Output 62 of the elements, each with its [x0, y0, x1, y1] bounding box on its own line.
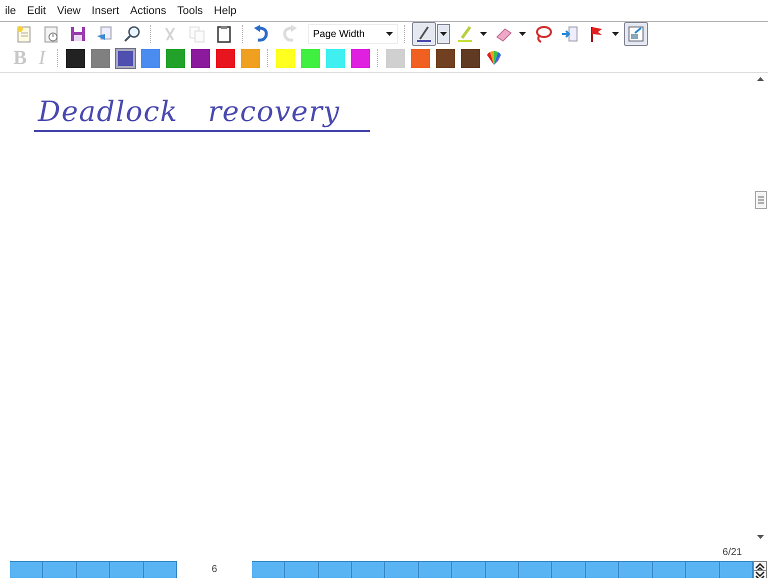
color-swatch[interactable]	[386, 48, 405, 68]
scroll-down-arrow[interactable]	[757, 535, 764, 539]
color-swatch[interactable]	[241, 48, 260, 68]
menu-item[interactable]: View	[52, 4, 87, 16]
color-swatch[interactable]	[116, 48, 135, 68]
page-tab[interactable]	[318, 561, 352, 578]
insert-space-icon	[560, 24, 580, 44]
pen-button[interactable]	[412, 22, 436, 46]
color-swatch[interactable]	[301, 48, 320, 68]
highlighter-icon	[455, 24, 475, 44]
page-count: 6/21	[722, 546, 742, 558]
color-swatch[interactable]	[351, 48, 370, 68]
menu-item[interactable]: ile	[0, 4, 22, 16]
view-icon	[626, 24, 646, 44]
menu-item[interactable]: Edit	[22, 4, 52, 16]
color-swatch[interactable]	[216, 48, 235, 68]
page-tab[interactable]	[652, 561, 686, 578]
color-swatch[interactable]	[461, 48, 480, 68]
menu-item[interactable]: Help	[208, 4, 243, 16]
menu-item[interactable]: Tools	[172, 4, 209, 16]
menu-item[interactable]: Insert	[86, 4, 126, 16]
color-swatch[interactable]	[326, 48, 345, 68]
color-swatch[interactable]	[141, 48, 160, 68]
page-tab[interactable]	[619, 561, 653, 578]
page-tab[interactable]	[76, 561, 110, 578]
page-tab[interactable]	[586, 561, 620, 578]
page-tab[interactable]	[10, 561, 44, 578]
color-swatch[interactable]	[411, 48, 430, 68]
page-tab[interactable]	[252, 561, 286, 578]
handwritten-heading: Deadlock recovery	[34, 95, 370, 132]
page-tab[interactable]	[686, 561, 720, 578]
color-swatch[interactable]	[66, 48, 85, 68]
page-tab[interactable]	[385, 561, 419, 578]
page-tab[interactable]	[519, 561, 552, 578]
color-swatch[interactable]	[166, 48, 185, 68]
next-page-button[interactable]	[753, 570, 767, 578]
page-tab[interactable]	[418, 561, 452, 578]
page-tab[interactable]	[486, 561, 520, 578]
page-tab[interactable]	[552, 561, 586, 578]
color-swatch[interactable]	[191, 48, 210, 68]
copy-icon	[187, 24, 207, 44]
menu-item[interactable]: Actions	[125, 4, 172, 16]
previous-page-button[interactable]	[753, 561, 767, 570]
page-tab[interactable]	[43, 561, 77, 578]
color-swatch[interactable]	[436, 48, 455, 68]
lasso-icon	[533, 24, 553, 44]
page-tab[interactable]	[452, 561, 486, 578]
page-tab[interactable]	[352, 561, 386, 578]
save-icon	[68, 24, 88, 44]
view-button[interactable]	[624, 22, 648, 46]
scroll-up-arrow[interactable]	[757, 77, 764, 81]
color-swatch[interactable]	[91, 48, 110, 68]
page-tab[interactable]	[110, 561, 144, 578]
caret-icon	[386, 32, 393, 36]
color-swatch[interactable]	[276, 48, 295, 68]
pen-icon	[414, 24, 434, 44]
color-wheel-icon[interactable]	[486, 50, 502, 66]
zoom-dropdown[interactable]: Page Width	[308, 24, 398, 44]
search-icon	[122, 24, 142, 44]
page-tab[interactable]	[144, 561, 178, 578]
page-tab[interactable]	[285, 561, 319, 578]
scrollbar-thumb[interactable]	[754, 191, 766, 209]
